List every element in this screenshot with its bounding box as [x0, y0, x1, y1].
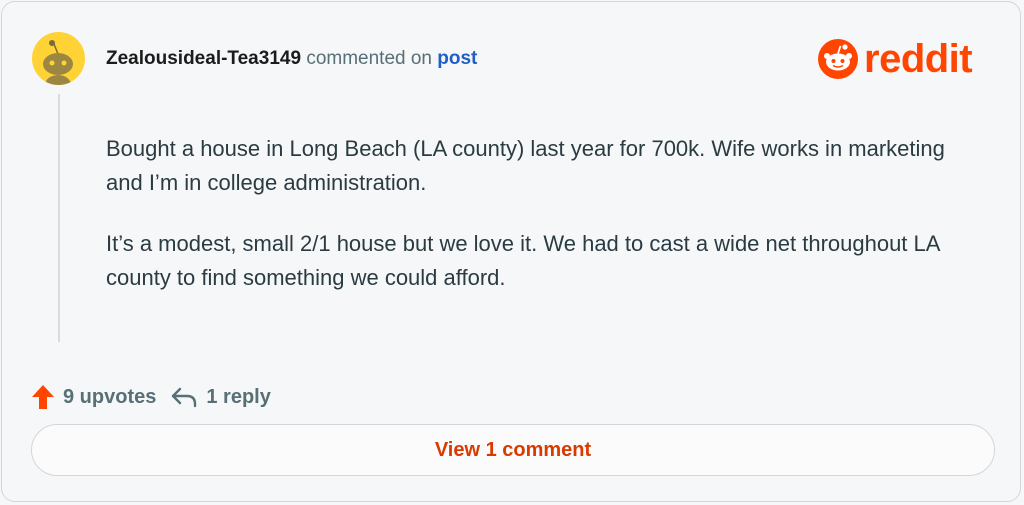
- snoo-avatar-icon: [43, 40, 73, 85]
- view-comments-button[interactable]: View 1 comment: [31, 424, 995, 476]
- username[interactable]: Zealousideal-Tea3149: [106, 48, 301, 69]
- comment-paragraph: It’s a modest, small 2/1 house but we lo…: [106, 231, 940, 290]
- comment-header: Zealousideal-Tea3149 commented on post: [106, 48, 477, 70]
- comment-body: Bought a house in Long Beach (LA county)…: [106, 132, 956, 322]
- upvote-arrow-icon[interactable]: [31, 384, 55, 410]
- post-link[interactable]: post: [437, 48, 477, 69]
- reply-count: 1 reply: [206, 385, 271, 408]
- comment-footer: 9 upvotes 1 reply: [31, 382, 271, 412]
- avatar[interactable]: [32, 32, 85, 85]
- reddit-wordmark: reddit: [864, 37, 973, 81]
- thread-line: [58, 94, 60, 342]
- reddit-logo[interactable]: reddit: [818, 37, 998, 81]
- action-text: commented on: [306, 48, 432, 69]
- comment-paragraph: Bought a house in Long Beach (LA county)…: [106, 136, 945, 195]
- reply-button[interactable]: 1 reply: [170, 385, 271, 409]
- reply-arrow-icon: [172, 387, 197, 408]
- upvote-count: 9 upvotes: [63, 385, 157, 408]
- reddit-snoo-icon: [818, 39, 858, 79]
- comment-card: Zealousideal-Tea3149 commented on post r…: [1, 1, 1021, 502]
